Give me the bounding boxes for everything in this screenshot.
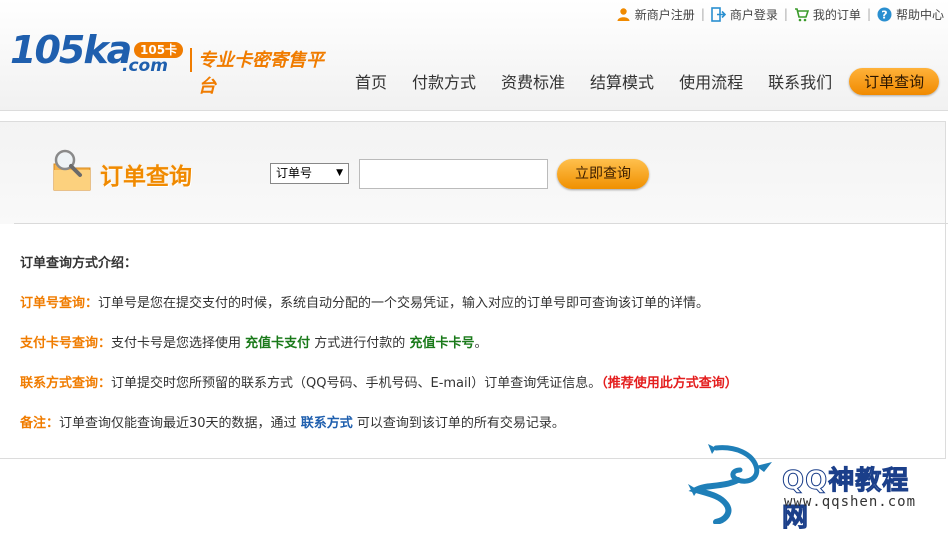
page-title: 订单查询 <box>100 164 192 190</box>
query-type-select[interactable]: 订单号 ▼ <box>270 163 349 184</box>
help-icon: ? <box>877 7 892 22</box>
nav-fees[interactable]: 资费标准 <box>501 69 565 93</box>
svg-text:?: ? <box>881 8 887 21</box>
site-logo[interactable]: 105ka .com 105卡 专业卡密寄售平台 <box>10 26 340 97</box>
nav-order-query[interactable]: 订单查询 <box>849 67 940 95</box>
nav-contact[interactable]: 联系我们 <box>768 69 832 93</box>
info-line-note: 备注：订单查询仅能查询最近30天的数据，通过 联系方式 可以查询到该订单的所有交… <box>20 416 565 431</box>
login-icon <box>711 6 726 22</box>
order-query-panel: 订单查询 订单号 ▼ 立即查询 订单查询方式介绍： 订单号查询：订单号是您在提交… <box>0 121 948 459</box>
logo-slogan: 专业卡密寄售平台 <box>198 50 324 97</box>
info-heading: 订单查询方式介绍： <box>20 256 138 271</box>
dragon-logo-icon <box>686 444 782 525</box>
my-orders-link[interactable]: 我的订单 <box>794 6 861 23</box>
watermark: QQ神教程网 www.qqshen.com <box>686 444 936 534</box>
user-icon <box>616 7 631 22</box>
register-link[interactable]: 新商户注册 <box>616 6 695 23</box>
nav-process[interactable]: 使用流程 <box>679 69 743 93</box>
top-links: 新商户注册 | 商户登录 | 我的订单 | ? 帮助中心 <box>616 5 944 23</box>
logo-dotcom: .com <box>122 56 168 76</box>
chevron-down-icon: ▼ <box>336 168 343 178</box>
merchant-login-link[interactable]: 商户登录 <box>711 6 778 23</box>
cart-icon <box>794 7 810 22</box>
nav-home[interactable]: 首页 <box>355 69 387 93</box>
logo-badge: 105卡 <box>134 42 184 58</box>
query-input[interactable] <box>359 159 548 189</box>
logo-text: 105ka <box>10 28 132 72</box>
divider <box>14 223 948 224</box>
nav-settlement[interactable]: 结算模式 <box>590 69 654 93</box>
query-button[interactable]: 立即查询 <box>557 159 649 189</box>
info-line-card-number: 支付卡号查询：支付卡号是您选择使用 充值卡支付 方式进行付款的 充值卡卡号。 <box>20 336 488 351</box>
watermark-url: www.qqshen.com <box>784 494 917 510</box>
search-bar: 订单查询 订单号 ▼ 立即查询 <box>0 122 945 224</box>
info-line-contact: 联系方式查询：订单提交时您所预留的联系方式（QQ号码、手机号码、E-mail）订… <box>20 376 738 391</box>
main-nav: 首页 付款方式 资费标准 结算模式 使用流程 联系我们 订单查询 <box>355 66 940 96</box>
nav-payment-methods[interactable]: 付款方式 <box>412 69 476 93</box>
info-line-order-number: 订单号查询：订单号是您在提交支付的时候，系统自动分配的一个交易凭证，输入对应的订… <box>20 296 710 311</box>
site-header: 新商户注册 | 商户登录 | 我的订单 | ? 帮助中心 105ka .com … <box>0 0 948 111</box>
help-center-link[interactable]: ? 帮助中心 <box>877 6 944 23</box>
folder-magnifier-icon <box>48 148 96 194</box>
contact-method-link[interactable]: 联系方式 <box>301 416 353 431</box>
